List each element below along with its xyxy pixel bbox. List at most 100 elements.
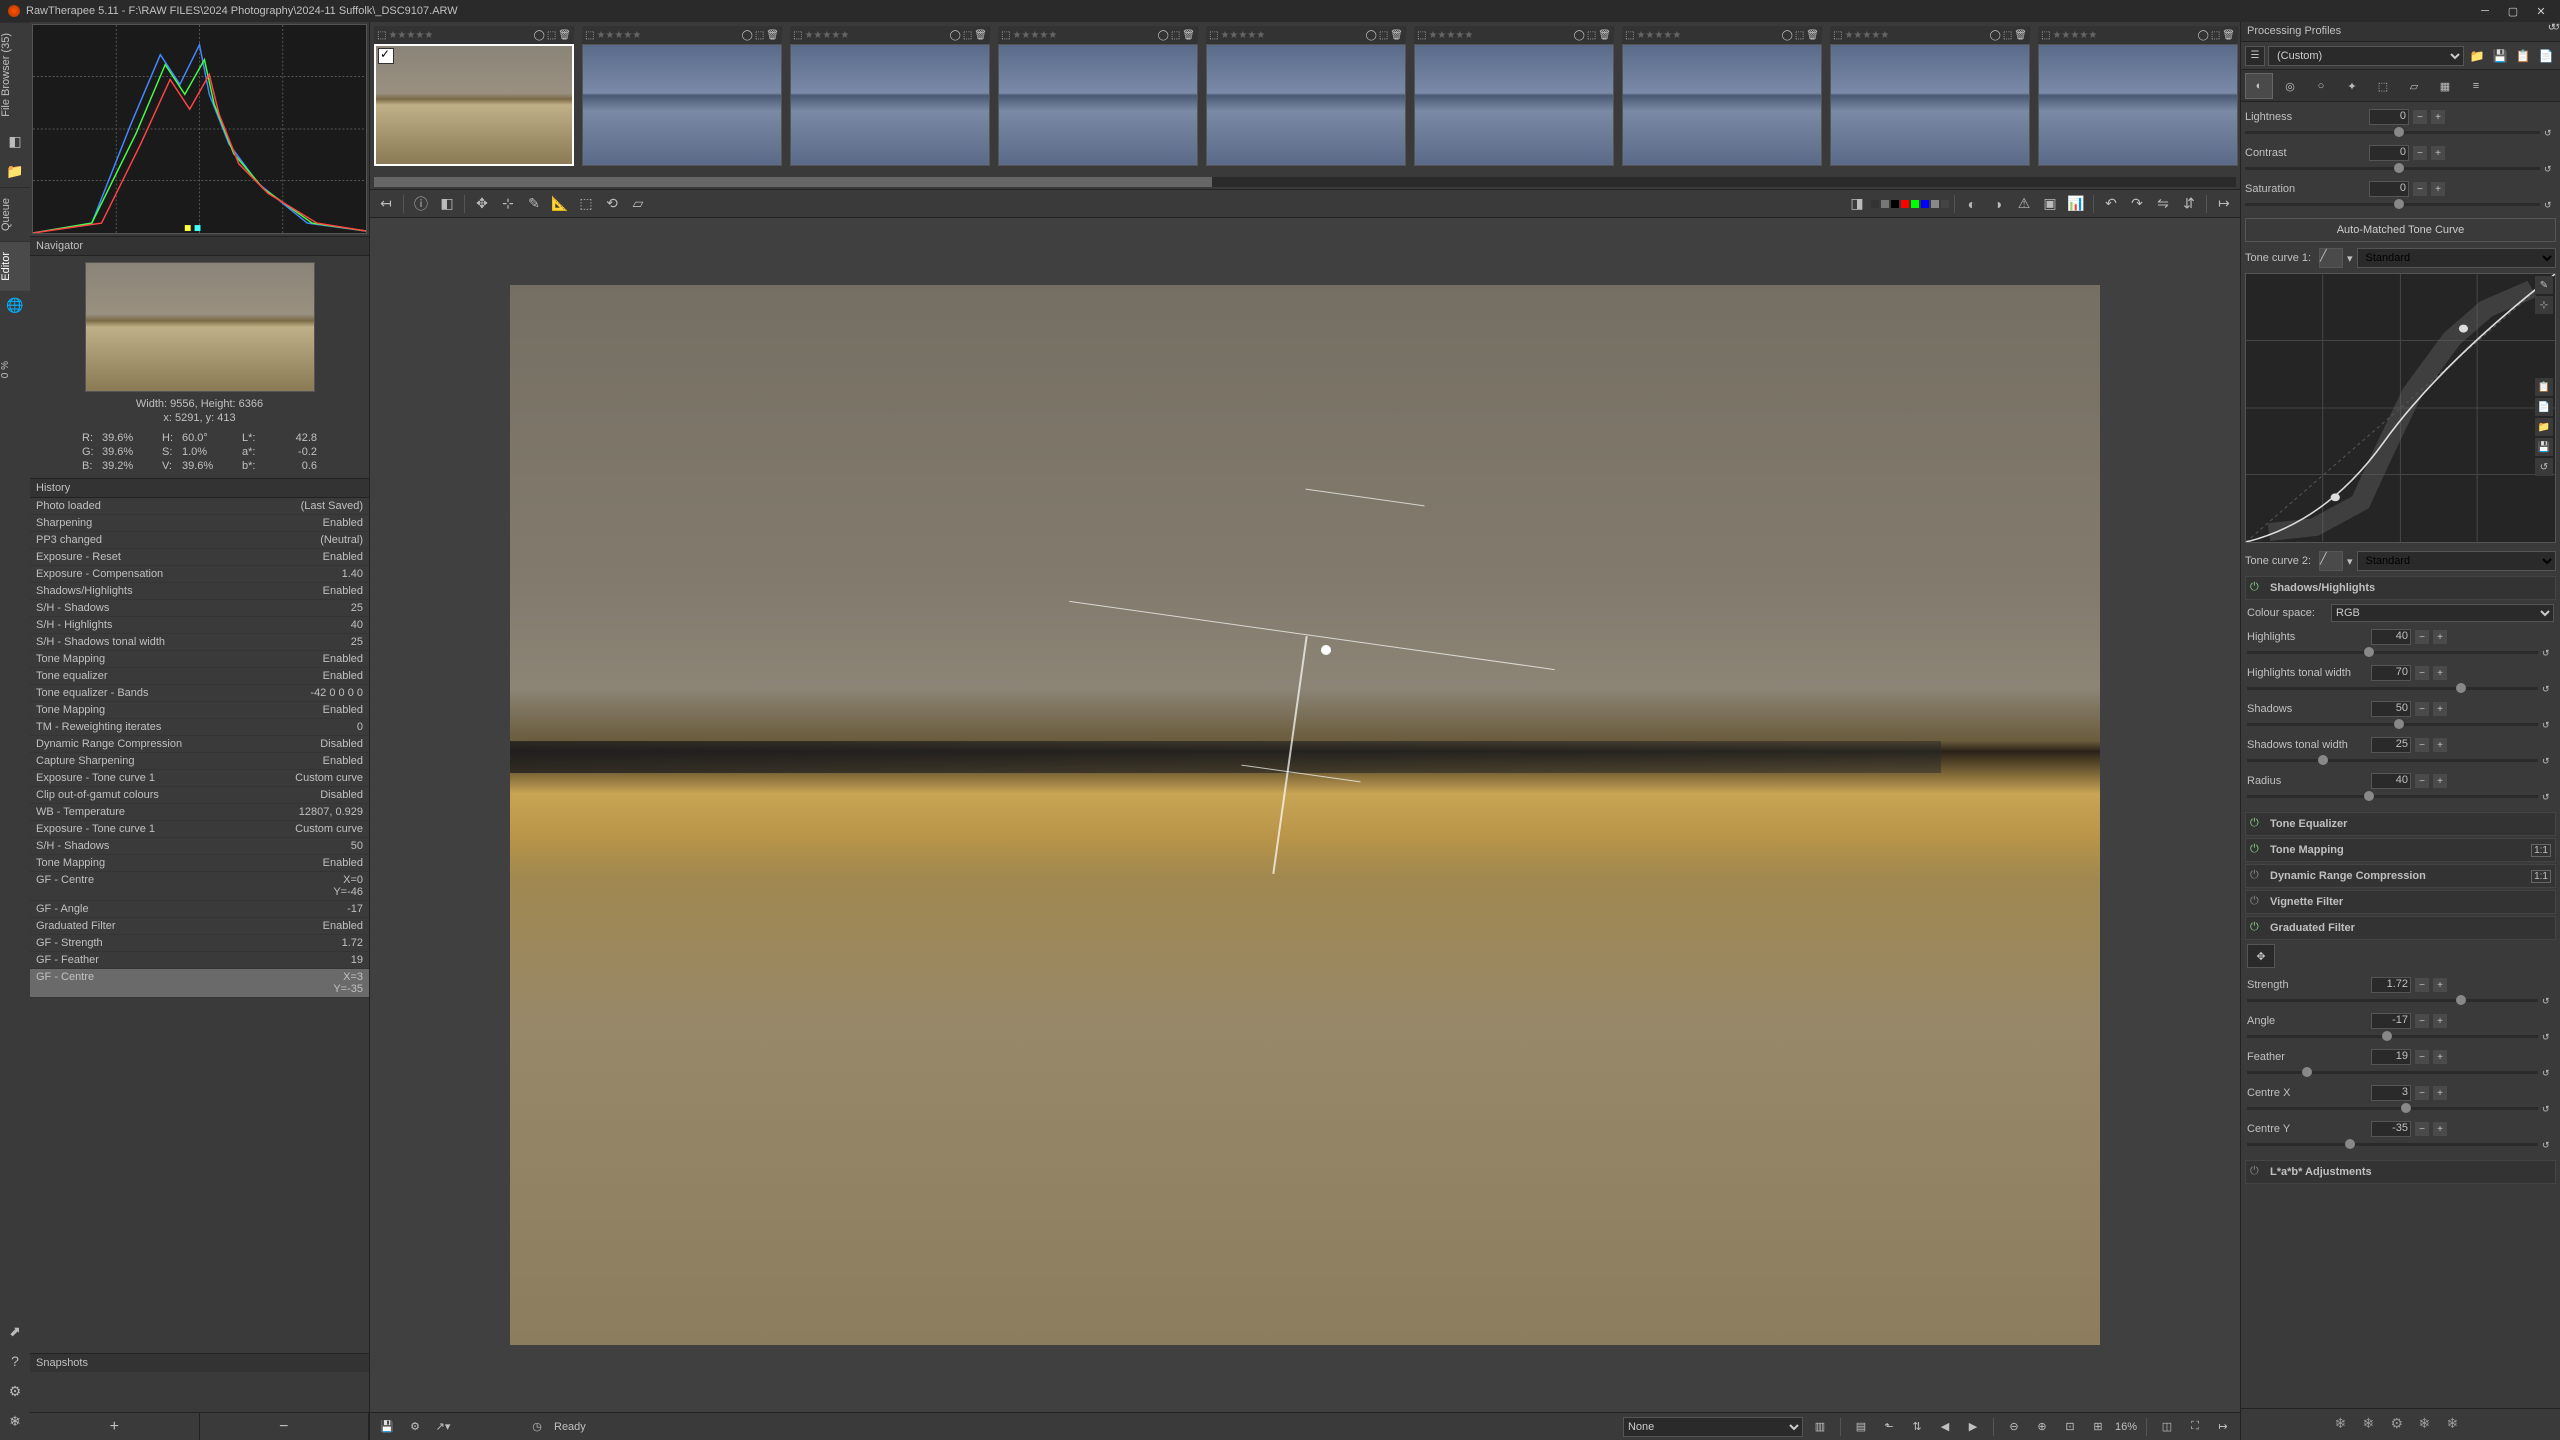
history-row[interactable]: GF - Angle-17 <box>30 901 369 918</box>
thumbnail[interactable]: ⬚★★★★★◯⬚🗑 <box>1622 26 1822 166</box>
arrow-left-icon[interactable]: ↤ <box>374 192 398 216</box>
lightness-slider[interactable]: ↺ <box>2245 128 2556 138</box>
history-row[interactable]: WB - Temperature12807, 0.929 <box>30 804 369 821</box>
saturation-dec[interactable]: − <box>2413 182 2427 196</box>
false-color-icon[interactable]: 📊 <box>2064 192 2088 216</box>
prev-image-icon[interactable]: ⬑ <box>1878 1416 1900 1438</box>
gf-centrey-slider[interactable]: ↺ <box>2247 1140 2554 1150</box>
contrast-inc[interactable]: + <box>2431 146 2445 160</box>
external-editor-icon[interactable]: ↗▾ <box>432 1416 454 1438</box>
filmstrip-scrollbar[interactable] <box>374 177 2236 187</box>
curve-save-icon[interactable]: 💾 <box>2535 438 2553 456</box>
tone-equalizer-header[interactable]: ⏻Tone Equalizer <box>2245 812 2556 836</box>
tab-meta-icon[interactable]: ≡ <box>2462 73 2490 99</box>
history-row[interactable]: Tone equalizerEnabled <box>30 668 369 685</box>
snowflake-icon-1[interactable]: ❄ <box>2335 1415 2355 1435</box>
tab-transform-icon[interactable]: ▱ <box>2400 73 2428 99</box>
curve-picker-icon[interactable]: ⊹ <box>2535 296 2553 314</box>
history-row[interactable]: S/H - Shadows50 <box>30 838 369 855</box>
monitor-profile-select[interactable]: None <box>1623 1417 1803 1437</box>
tone-curve-1-editor[interactable]: ✎ ⊹ 📋 📄 📁 💾 ↺ <box>2245 273 2556 543</box>
gf-centrey-value[interactable]: -35 <box>2371 1121 2411 1137</box>
crop-icon[interactable]: ⬚ <box>574 192 598 216</box>
folder-icon[interactable]: 📁 <box>0 157 30 187</box>
zoom-in-icon[interactable]: ⊕ <box>2031 1416 2053 1438</box>
perspective-icon[interactable]: ▱ <box>626 192 650 216</box>
flip-h-icon[interactable]: ⇋ <box>2151 192 2175 216</box>
gf-centrex-slider[interactable]: ↺ <box>2247 1104 2554 1114</box>
curve-copy-icon[interactable]: 📋 <box>2535 378 2553 396</box>
tone-mapping-header[interactable]: ⏻Tone Mapping1:1 <box>2245 838 2556 862</box>
gear-bottom-icon[interactable]: ⚙ <box>2391 1415 2411 1435</box>
lightness-inc[interactable]: + <box>2431 110 2445 124</box>
gf-edit-onpreview-button[interactable]: ✥ <box>2247 944 2275 968</box>
thumbnail[interactable]: ⬚★★★★★◯⬚🗑 <box>1830 26 2030 166</box>
snowflake-icon-4[interactable]: ❄ <box>2447 1415 2467 1435</box>
flip-v-icon[interactable]: ⇵ <box>2177 192 2201 216</box>
sh-hltw-value[interactable]: 70 <box>2371 665 2411 681</box>
thumbnail[interactable]: ⬚★★★★★◯⬚🗑 <box>1414 26 1614 166</box>
thumbnail[interactable]: ⬚★★★★★◯⬚🗑 <box>2038 26 2238 166</box>
sh-shadows-slider[interactable]: ↺ <box>2247 720 2554 730</box>
lightness-dec[interactable]: − <box>2413 110 2427 124</box>
contrast-dec[interactable]: − <box>2413 146 2427 160</box>
ice-icon[interactable]: ❄ <box>0 1406 30 1436</box>
thumbnail[interactable]: ⬚★★★★★◯⬚🗑 <box>998 26 1198 166</box>
history-row[interactable]: SharpeningEnabled <box>30 515 369 532</box>
te-power-icon[interactable]: ⏻ <box>2250 817 2264 831</box>
thumbnail[interactable]: ⬚★★★★★◯⬚🗑 <box>790 26 990 166</box>
sh-power-icon[interactable]: ⏻ <box>2250 581 2264 595</box>
curve-load-icon[interactable]: 📁 <box>2535 418 2553 436</box>
tab-detail-icon[interactable]: ◎ <box>2276 73 2304 99</box>
history-row[interactable]: Graduated FilterEnabled <box>30 918 369 935</box>
history-row[interactable]: Exposure - Tone curve 1Custom curve <box>30 821 369 838</box>
sh-highlights-slider[interactable]: ↺ <box>2247 648 2554 658</box>
gf-strength-slider[interactable]: ↺ <box>2247 996 2554 1006</box>
saturation-slider[interactable]: ↺ <box>2245 200 2556 210</box>
history-row[interactable]: GF - Feather19 <box>30 952 369 969</box>
vf-power-icon[interactable]: ⏻ <box>2250 895 2264 909</box>
profile-paste-icon[interactable]: 📄 <box>2536 46 2556 66</box>
profile-copy-icon[interactable]: 📋 <box>2513 46 2533 66</box>
tab-editor[interactable]: Editor <box>0 241 30 291</box>
filmstrip[interactable]: ⬚★★★★★◯⬚🗑⬚★★★★★◯⬚🗑⬚★★★★★◯⬚🗑⬚★★★★★◯⬚🗑⬚★★★… <box>370 22 2240 190</box>
contrast-reset-icon[interactable]: ↺ <box>2544 164 2556 174</box>
help-icon[interactable]: ? <box>0 1346 30 1376</box>
background-toggle-icon[interactable]: ◨ <box>1845 192 1869 216</box>
tool-scroll[interactable]: ↺ Lightness0−+ ↺ Contrast0−+ ↺ Saturatio… <box>2241 102 2560 1408</box>
history-row[interactable]: Tone MappingEnabled <box>30 651 369 668</box>
lab-adjustments-header[interactable]: ⏻L*a*b* Adjustments <box>2245 1160 2556 1184</box>
profile-load-icon[interactable]: 📁 <box>2467 46 2487 66</box>
rotate-left-icon[interactable]: ↶ <box>2099 192 2123 216</box>
history-row[interactable]: Exposure - ResetEnabled <box>30 549 369 566</box>
navigator-preview[interactable] <box>85 262 315 392</box>
tm-power-icon[interactable]: ⏻ <box>2250 843 2264 857</box>
rotate-right-icon[interactable]: ↷ <box>2125 192 2149 216</box>
saturation-inc[interactable]: + <box>2431 182 2445 196</box>
info-icon[interactable]: ⓘ <box>409 192 433 216</box>
globe-icon[interactable]: 🌐 <box>0 291 30 321</box>
history-row[interactable]: Exposure - Compensation1.40 <box>30 566 369 583</box>
sync-icon[interactable]: ⇅ <box>1906 1416 1928 1438</box>
lightness-value[interactable]: 0 <box>2369 109 2409 125</box>
tab-exposure-icon[interactable]: ◐ <box>2245 73 2273 99</box>
saturation-reset-icon[interactable]: ↺ <box>2544 200 2556 210</box>
curve-paste-icon[interactable]: 📄 <box>2535 398 2553 416</box>
wb-picker-icon[interactable]: ✎ <box>522 192 546 216</box>
snapshot-remove-button[interactable]: − <box>200 1413 370 1440</box>
zoom-100-icon[interactable]: ⊞ <box>2087 1416 2109 1438</box>
minimize-button[interactable]: ─ <box>2478 4 2492 18</box>
snowflake-icon-2[interactable]: ❄ <box>2363 1415 2383 1435</box>
collapse-right-icon[interactable]: ↦ <box>2212 1416 2234 1438</box>
preview-indicators[interactable] <box>1871 200 1949 208</box>
contrast-slider[interactable]: ↺ <box>2245 164 2556 174</box>
history-row[interactable]: Capture SharpeningEnabled <box>30 753 369 770</box>
drc-power-icon[interactable]: ⏻ <box>2250 869 2264 883</box>
close-button[interactable]: ✕ <box>2534 4 2548 18</box>
maximize-button[interactable]: ▢ <box>2506 4 2520 18</box>
tab-local-icon[interactable]: ⬚ <box>2369 73 2397 99</box>
thumbnail-checkmark[interactable] <box>378 48 394 64</box>
arrow-right-icon[interactable]: ↦ <box>2212 192 2236 216</box>
tab-queue[interactable]: Queue <box>0 187 30 241</box>
clipped-highlights-icon[interactable]: ◑ <box>1986 192 2010 216</box>
